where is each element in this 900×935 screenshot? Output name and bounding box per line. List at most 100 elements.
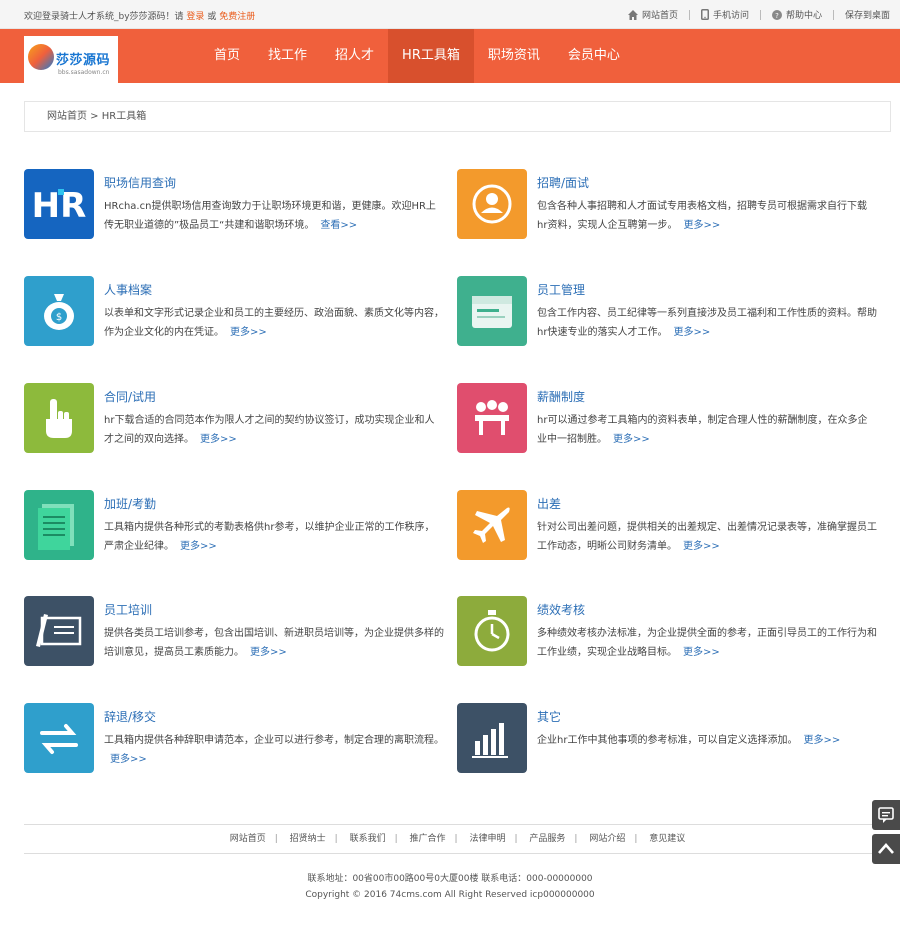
- home-link[interactable]: 网站首页: [627, 8, 678, 21]
- card-desc-text: 企业hr工作中其他事项的参考标准，可以自定义选择添加。: [537, 735, 798, 746]
- help-link[interactable]: ? 帮助中心: [771, 8, 822, 21]
- more-link[interactable]: 更多>>: [673, 327, 710, 338]
- card-description: 包含工作内容、员工纪律等一系列直接涉及员工福利和工作性质的资料。帮助hr快速专业…: [537, 304, 877, 342]
- mobile-link[interactable]: 手机访问: [700, 8, 749, 21]
- more-link[interactable]: 更多>>: [180, 541, 217, 552]
- card-description: 以表单和文字形式记录企业和员工的主要经历、政治面貌、素质文化等内容，作为企业文化…: [104, 304, 444, 342]
- nav-item-home[interactable]: 首页: [200, 29, 254, 83]
- footer-link[interactable]: 产品服务: [529, 834, 565, 844]
- card-description: hr下载合适的合同范本作为限人才之间的契约协议签订，成功实现企业和人才之间的双向…: [104, 411, 444, 449]
- footer-link[interactable]: 网站介绍: [589, 834, 625, 844]
- card-description: 包含各种人事招聘和人才面试专用表格文档，招聘专员可根据需求自行下载hr资料，实现…: [537, 197, 877, 235]
- tool-card-salary[interactable]: 薪酬制度 hr可以通过参考工具箱内的资料表单，制定合理人性的薪酬制度，在众多企业…: [457, 383, 877, 455]
- card-title[interactable]: 招聘/面试: [537, 174, 589, 191]
- more-link[interactable]: 更多>>: [683, 541, 720, 552]
- site-logo[interactable]: 莎莎源码 bbs.sasadown.cn: [24, 36, 118, 83]
- money-bag-icon: $: [24, 276, 94, 346]
- divider: |: [334, 834, 338, 844]
- footer-copyright: Copyright © 2016 74cms.com All Right Res…: [305, 890, 595, 900]
- footer-link[interactable]: 法律申明: [469, 834, 505, 844]
- card-description: hr可以通过参考工具箱内的资料表单，制定合理人性的薪酬制度，在众多企业中一招制胜…: [537, 411, 877, 449]
- more-link[interactable]: 更多>>: [230, 327, 267, 338]
- footer-link[interactable]: 网站首页: [230, 834, 266, 844]
- back-to-top-button[interactable]: [872, 834, 900, 864]
- more-link[interactable]: 更多>>: [683, 220, 720, 231]
- save-desktop-link[interactable]: 保存到桌面: [845, 8, 890, 21]
- breadcrumb[interactable]: 网站首页 > HR工具箱: [24, 101, 891, 132]
- card-desc-text: hr下载合适的合同范本作为限人才之间的契约协议签订，成功实现企业和人才之间的双向…: [104, 415, 435, 445]
- chat-icon: [878, 807, 894, 823]
- card-title[interactable]: 员工培训: [104, 601, 152, 618]
- more-link[interactable]: 更多>>: [110, 754, 147, 765]
- more-link[interactable]: 查看>>: [320, 220, 357, 231]
- top-bar: 欢迎登录骑士人才系统_by莎莎源码！请 登录 或 免费注册 网站首页 手机访问 …: [0, 0, 900, 29]
- card-title[interactable]: 合同/试用: [104, 388, 156, 405]
- nav-item-hr-tools[interactable]: HR工具箱: [388, 29, 474, 83]
- card-title[interactable]: 绩效考核: [537, 601, 585, 618]
- divider: |: [454, 834, 458, 844]
- more-link[interactable]: 更多>>: [250, 647, 287, 658]
- nav-item-member[interactable]: 会员中心: [554, 29, 634, 83]
- top-links: 网站首页 手机访问 ? 帮助中心 保存到桌面: [627, 8, 890, 21]
- hand-pointer-icon: [24, 383, 94, 453]
- or-text: 或: [207, 12, 217, 22]
- divider: |: [634, 834, 638, 844]
- footer-link[interactable]: 联系我们: [350, 834, 386, 844]
- card-desc-text: 工具箱内提供各种辞职申请范本，企业可以进行参考，制定合理的离职流程。: [104, 735, 444, 746]
- login-link[interactable]: 登录: [186, 12, 204, 22]
- footer-info: 联系地址：00省00市00路00号0大厦00楼 联系电话：000-0000000…: [0, 871, 900, 903]
- card-description: 工具箱内提供各种辞职申请范本，企业可以进行参考，制定合理的离职流程。更多>>: [104, 731, 444, 769]
- tool-card-contract[interactable]: 合同/试用 hr下载合适的合同范本作为限人才之间的契约协议签订，成功实现企业和人…: [24, 383, 444, 455]
- tool-card-performance[interactable]: 绩效考核 多种绩效考核办法标准，为企业提供全面的参考，正面引导员工的工作行为和工…: [457, 596, 877, 668]
- card-title[interactable]: 薪酬制度: [537, 388, 585, 405]
- nav-item-news[interactable]: 职场资讯: [474, 29, 554, 83]
- more-link[interactable]: 更多>>: [683, 647, 720, 658]
- divider: |: [274, 834, 278, 844]
- home-link-label: 网站首页: [641, 11, 678, 21]
- more-link[interactable]: 更多>>: [200, 434, 237, 445]
- more-link[interactable]: 更多>>: [613, 434, 650, 445]
- phone-icon: [700, 9, 709, 20]
- tool-card-travel[interactable]: 出差 针对公司出差问题，提供相关的出差规定、出差情况记录表等，准确掌握员工工作动…: [457, 490, 877, 562]
- divider: [832, 9, 834, 20]
- card-title[interactable]: 其它: [537, 708, 561, 725]
- team-meeting-icon: [457, 383, 527, 453]
- card-title[interactable]: 人事档案: [104, 281, 152, 298]
- divider: |: [574, 834, 578, 844]
- footer-link[interactable]: 招贤纳士: [290, 834, 326, 844]
- card-title[interactable]: 职场信用查询: [104, 174, 176, 191]
- tool-card-training[interactable]: 员工培训 提供各类员工培训参考，包含出国培训、新进职员培训等，为企业提供多样的培…: [24, 596, 444, 668]
- person-badge-icon: [457, 169, 527, 239]
- footer-link[interactable]: 意见建议: [649, 834, 685, 844]
- main-nav: 首页 找工作 招人才 HR工具箱 职场资讯 会员中心: [200, 29, 634, 83]
- svg-text:?: ?: [775, 12, 779, 20]
- more-link[interactable]: 更多>>: [803, 735, 840, 746]
- card-description: 多种绩效考核办法标准，为企业提供全面的参考，正面引导员工的工作行为和工作业绩，实…: [537, 624, 877, 662]
- tool-card-dismissal[interactable]: 辞退/移交 工具箱内提供各种辞职申请范本，企业可以进行参考，制定合理的离职流程。…: [24, 703, 444, 775]
- card-description: HRcha.cn提供职场信用查询致力于让职场环境更和谐，更健康。欢迎HR上传无职…: [104, 197, 444, 235]
- card-description: 提供各类员工培训参考，包含出国培训、新进职员培训等，为企业提供多样的培训意见，提…: [104, 624, 444, 662]
- welcome-text: 欢迎登录骑士人才系统_by莎莎源码！请 登录 或 免费注册: [24, 9, 255, 22]
- chevron-up-icon: [878, 843, 894, 854]
- tool-card-attendance[interactable]: 加班/考勤 工具箱内提供各种形式的考勤表格供hr参考，以维护企业正常的工作秩序，…: [24, 490, 444, 562]
- nav-item-recruit[interactable]: 招人才: [321, 29, 388, 83]
- card-desc-text: 以表单和文字形式记录企业和员工的主要经历、政治面貌、素质文化等内容，作为企业文化…: [104, 308, 444, 338]
- nav-item-find-job[interactable]: 找工作: [254, 29, 321, 83]
- divider: [759, 9, 761, 20]
- footer-link[interactable]: 推广合作: [410, 834, 446, 844]
- bar-chart-icon: [457, 703, 527, 773]
- tool-card-staff[interactable]: 员工管理 包含工作内容、员工纪律等一系列直接涉及员工福利和工作性质的资料。帮助h…: [457, 276, 877, 348]
- tool-card-recruit[interactable]: 招聘/面试 包含各种人事招聘和人才面试专用表格文档，招聘专员可根据需求自行下载h…: [457, 169, 877, 241]
- footer-links: 网站首页 | 招贤纳士 | 联系我们 | 推广合作 | 法律申明 | 产品服务 | 网站介绍…: [24, 824, 891, 854]
- logo-text: 莎莎源码: [56, 53, 111, 68]
- card-title[interactable]: 辞退/移交: [104, 708, 156, 725]
- tool-card-other[interactable]: 其它 企业hr工作中其他事项的参考标准，可以自定义选择添加。 更多>>: [457, 703, 877, 775]
- tool-card-archive[interactable]: $ 人事档案 以表单和文字形式记录企业和员工的主要经历、政治面貌、素质文化等内容…: [24, 276, 444, 348]
- card-title[interactable]: 员工管理: [537, 281, 585, 298]
- footer-address: 联系地址：00省00市00路00号0大厦00楼 联系电话：000-0000000…: [307, 874, 593, 884]
- tool-card-credit[interactable]: HR 职场信用查询 HRcha.cn提供职场信用查询致力于让职场环境更和谐，更健…: [24, 169, 444, 241]
- feedback-button[interactable]: [872, 800, 900, 830]
- card-title[interactable]: 出差: [537, 495, 561, 512]
- card-title[interactable]: 加班/考勤: [104, 495, 156, 512]
- register-link[interactable]: 免费注册: [219, 12, 255, 22]
